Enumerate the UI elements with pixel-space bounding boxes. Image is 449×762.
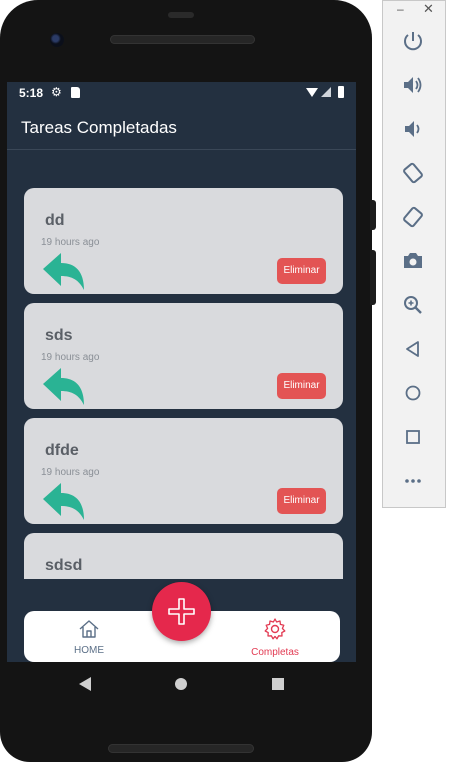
- power-icon[interactable]: [399, 27, 427, 55]
- minimize-icon[interactable]: –: [397, 2, 404, 16]
- home-icon: [79, 620, 99, 638]
- side-button: [370, 200, 376, 230]
- task-card[interactable]: sds 19 hours ago Eliminar: [24, 303, 343, 409]
- task-timestamp: 19 hours ago: [41, 352, 100, 363]
- wifi-icon: [306, 88, 318, 97]
- task-card[interactable]: dd 19 hours ago Eliminar: [24, 188, 343, 294]
- recents-icon[interactable]: [272, 678, 284, 690]
- home-circle-icon[interactable]: [399, 379, 427, 407]
- app-screen: 5:18 ⚙ Tareas Completadas dd 19 hours ag…: [7, 82, 356, 662]
- status-bar: 5:18 ⚙: [7, 82, 356, 104]
- earpiece-speaker: [110, 35, 255, 44]
- nav-completed-label: Completas: [251, 647, 299, 658]
- close-icon[interactable]: ✕: [423, 1, 434, 17]
- system-navigation-bar: [7, 662, 356, 706]
- volume-down-icon[interactable]: [399, 115, 427, 143]
- undo-arrow-icon[interactable]: [41, 480, 87, 522]
- nav-home-label: HOME: [74, 645, 104, 656]
- zoom-icon[interactable]: [399, 291, 427, 319]
- plus-icon: [168, 598, 195, 625]
- settings-status-icon: ⚙: [51, 85, 62, 99]
- app-bar: Tareas Completadas: [7, 104, 356, 150]
- overview-square-icon[interactable]: [399, 423, 427, 451]
- sd-card-icon: [71, 87, 80, 98]
- emulator-toolbar: – ✕: [382, 0, 446, 508]
- gear-icon: [264, 618, 286, 640]
- add-task-button[interactable]: [152, 582, 211, 641]
- task-timestamp: 19 hours ago: [41, 467, 100, 478]
- phone-frame: 5:18 ⚙ Tareas Completadas dd 19 hours ag…: [0, 0, 372, 762]
- undo-arrow-icon[interactable]: [41, 365, 87, 407]
- volume-up-icon[interactable]: [399, 71, 427, 99]
- rotate-right-icon[interactable]: [399, 203, 427, 231]
- back-triangle-icon[interactable]: [399, 335, 427, 363]
- undo-arrow-icon[interactable]: [41, 250, 87, 292]
- page-title: Tareas Completadas: [21, 118, 177, 137]
- task-card[interactable]: dfde 19 hours ago Eliminar: [24, 418, 343, 524]
- task-title: sds: [45, 327, 73, 344]
- task-title: sdsd: [45, 557, 83, 574]
- camera-icon[interactable]: [399, 247, 427, 275]
- status-time: 5:18: [19, 86, 44, 100]
- rotate-left-icon[interactable]: [399, 159, 427, 187]
- home-button-icon[interactable]: [175, 678, 187, 690]
- back-icon[interactable]: [79, 677, 91, 691]
- front-camera: [50, 33, 64, 47]
- emulator-window: 5:18 ⚙ Tareas Completadas dd 19 hours ag…: [0, 0, 449, 762]
- task-card[interactable]: sdsd: [24, 533, 343, 579]
- volume-rocker: [370, 250, 376, 305]
- delete-button[interactable]: Eliminar: [277, 488, 326, 514]
- task-title: dfde: [45, 442, 79, 459]
- signal-icon: [321, 87, 331, 97]
- task-timestamp: 19 hours ago: [41, 237, 100, 248]
- top-slot: [168, 12, 194, 18]
- delete-button[interactable]: Eliminar: [277, 258, 326, 284]
- battery-icon: [338, 86, 344, 98]
- nav-completed-tab[interactable]: Completas: [245, 617, 305, 658]
- more-options-icon[interactable]: [399, 467, 427, 495]
- delete-button[interactable]: Eliminar: [277, 373, 326, 399]
- task-title: dd: [45, 212, 65, 229]
- nav-home-tab[interactable]: HOME: [64, 619, 114, 656]
- bottom-speaker: [108, 744, 254, 753]
